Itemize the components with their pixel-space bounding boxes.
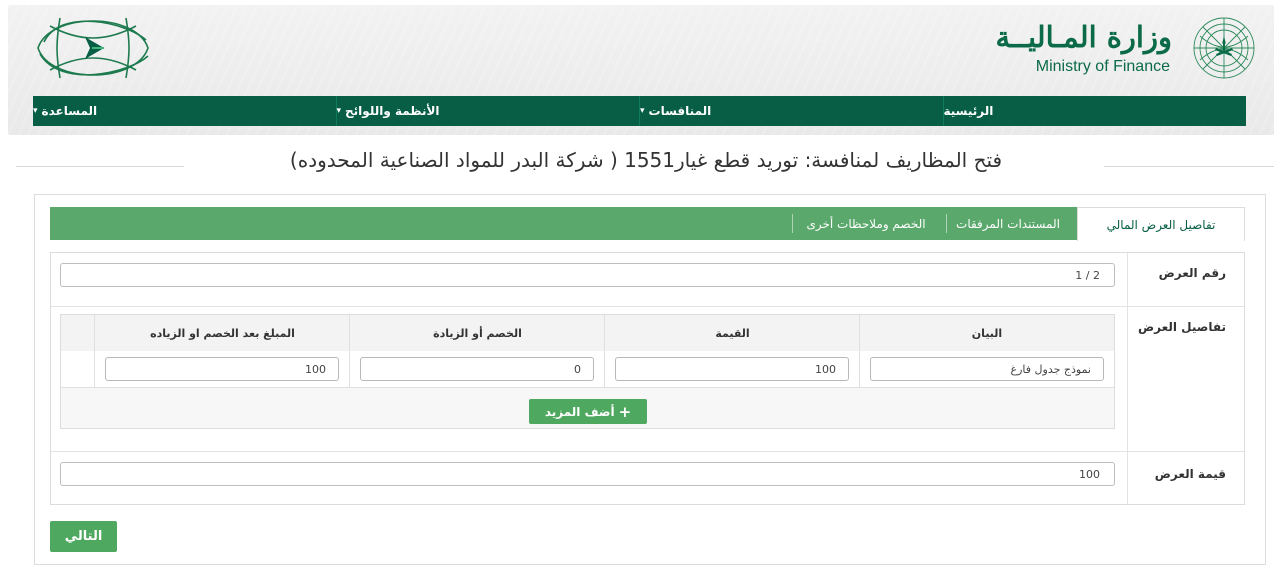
add-more-label: أضف المزيد xyxy=(544,404,615,419)
nav-item-regulations[interactable]: الأنظمة واللوائح ▾ xyxy=(335,96,640,126)
offer-number-field[interactable] xyxy=(60,263,1115,287)
column-divider xyxy=(94,315,95,387)
chevron-down-icon: ▾ xyxy=(640,106,645,116)
offer-number-label: رقم العرض xyxy=(1158,266,1226,280)
divider xyxy=(16,166,184,167)
tab-separator xyxy=(946,214,947,233)
column-header-value: القيمة xyxy=(715,326,750,340)
nav-label-competitions: المنافسات xyxy=(648,104,712,118)
plus-icon: + xyxy=(618,402,632,421)
offer-value-field[interactable] xyxy=(60,462,1115,486)
page-title-row: فتح المظاريف لمنافسة: توريد قطع غيار1551… xyxy=(0,145,1282,185)
tab-attachments[interactable]: المستندات المرفقات xyxy=(947,207,1069,240)
column-header-total: المبلغ بعد الخصم او الزياده xyxy=(150,326,295,340)
row-divider xyxy=(51,451,1244,452)
ministry-brand: وزارة المـاليــة Ministry of Finance xyxy=(958,14,1258,82)
nav-label-home: الرئيسية xyxy=(943,104,994,118)
divider xyxy=(1104,166,1274,167)
add-more-button[interactable]: + أضف المزيد xyxy=(529,399,647,424)
description-input[interactable] xyxy=(870,357,1104,381)
nav-item-home[interactable]: الرئيسية xyxy=(942,96,1247,126)
table-header: البيان القيمة الخصم أو الزيادة المبلغ بع… xyxy=(61,315,1114,352)
table-row xyxy=(61,351,1114,388)
tab-financial-details[interactable]: تفاصيل العرض المالي xyxy=(1077,207,1245,241)
vision-2030-logo-icon xyxy=(37,17,149,79)
ministry-emblem-icon xyxy=(1193,17,1255,79)
nav-item-competitions[interactable]: المنافسات ▾ xyxy=(639,96,943,126)
column-divider xyxy=(349,315,350,387)
offer-details-table: البيان القيمة الخصم أو الزيادة المبلغ بع… xyxy=(60,314,1115,429)
column-header-adjustment: الخصم أو الزيادة xyxy=(433,326,522,340)
offer-form: رقم العرض تفاصيل العرض البيان القيمة الخ… xyxy=(50,252,1245,505)
value-input[interactable] xyxy=(615,357,849,381)
tab-bar: تفاصيل العرض المالي المستندات المرفقات ا… xyxy=(50,207,1245,241)
offer-details-label: تفاصيل العرض xyxy=(1137,320,1226,334)
chevron-down-icon: ▾ xyxy=(336,106,342,116)
tab-separator xyxy=(792,214,793,233)
tab-discount-notes[interactable]: الخصم وملاحظات أخرى xyxy=(793,207,939,240)
adjustment-input[interactable] xyxy=(360,357,594,381)
page-title: فتح المظاريف لمنافسة: توريد قطع غيار1551… xyxy=(289,148,1003,172)
chevron-down-icon: ▾ xyxy=(33,106,38,116)
nav-label-regulations: الأنظمة واللوائح xyxy=(345,104,440,118)
column-header-description: البيان xyxy=(971,326,1003,340)
nav-item-help[interactable]: المساعدة ▾ xyxy=(33,96,336,126)
next-button[interactable]: التالي xyxy=(50,521,117,552)
main-navbar: الرئيسية المنافسات ▾ الأنظمة واللوائح ▾ … xyxy=(33,96,1246,126)
ministry-name-english: Ministry of Finance xyxy=(1035,58,1170,75)
label-column-divider xyxy=(1127,253,1128,504)
ministry-name-arabic: وزارة المـاليــة xyxy=(995,20,1172,54)
column-divider xyxy=(859,315,860,387)
offer-value-label: قيمة العرض xyxy=(1154,467,1226,481)
row-divider xyxy=(51,306,1244,307)
nav-label-help: المساعدة xyxy=(41,104,98,118)
column-divider xyxy=(604,315,605,387)
total-input[interactable] xyxy=(105,357,339,381)
